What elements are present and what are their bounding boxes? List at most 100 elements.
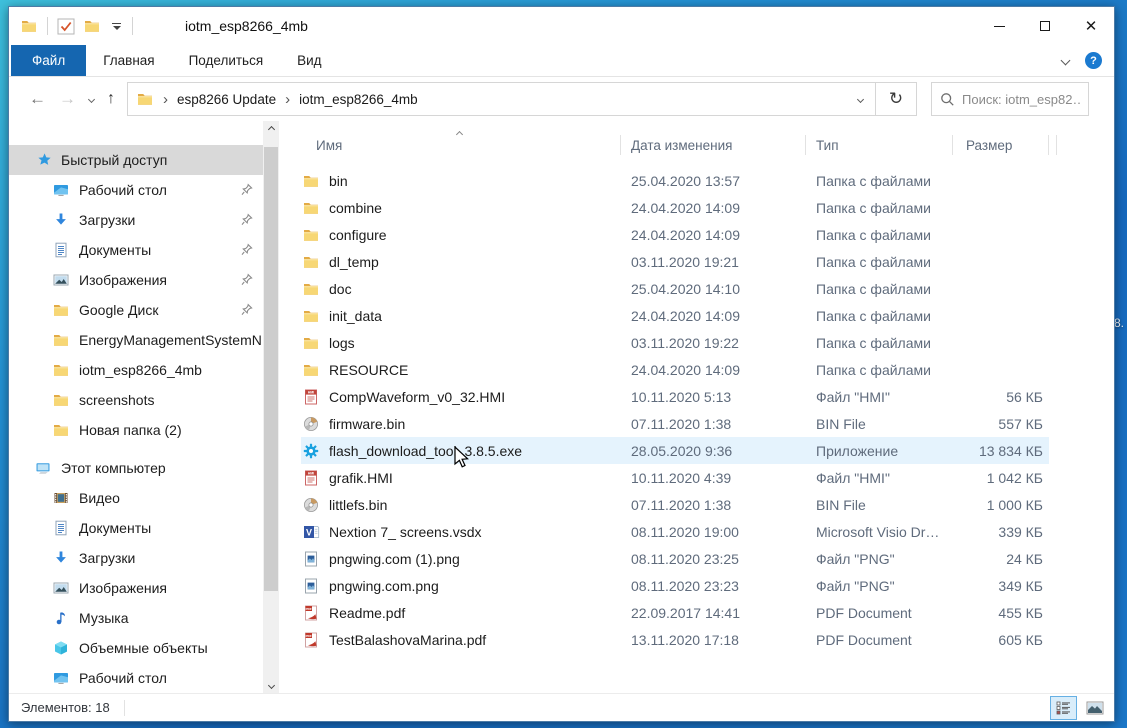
thumbnails-view-button[interactable] (1081, 696, 1108, 720)
column-header-date[interactable]: Дата изменения (621, 135, 806, 155)
tab-home[interactable]: Главная (86, 45, 171, 76)
search-input[interactable] (962, 92, 1080, 107)
file-list-pane: Имя Дата изменения Тип Размер bin25.04.2… (279, 121, 1114, 693)
file-row[interactable]: combine24.04.2020 14:09Папка с файлами (301, 194, 1049, 221)
sidebar-item[interactable]: Рабочий стол (9, 663, 263, 693)
file-row[interactable]: littlefs.bin07.11.2020 1:38BIN File1 000… (301, 491, 1049, 518)
breadcrumb-item[interactable]: iotm_esp8266_4mb (299, 92, 418, 107)
folder-icon (303, 254, 320, 270)
divider (124, 700, 125, 716)
pictures-icon (53, 272, 70, 288)
ribbon-expand-icon[interactable] (1061, 56, 1071, 66)
breadcrumb-chevron: › (163, 91, 168, 108)
file-date: 24.04.2020 14:09 (621, 308, 806, 324)
file-rows: bin25.04.2020 13:57Папка с файламиcombin… (279, 167, 1114, 653)
help-icon[interactable]: ? (1085, 52, 1102, 69)
file-row[interactable]: PDFReadme.pdf22.09.2017 14:41PDF Documen… (301, 599, 1049, 626)
file-date: 24.04.2020 14:09 (621, 227, 806, 243)
scroll-up-icon[interactable] (263, 121, 279, 137)
file-row[interactable]: HMICompWaveform_v0_32.HMI10.11.2020 5:13… (301, 383, 1049, 410)
sidebar-item[interactable]: Документы (9, 513, 263, 543)
address-bar[interactable]: › esp8266 Update › iotm_esp8266_4mb ↻ (127, 82, 917, 116)
minimize-button[interactable] (976, 7, 1022, 45)
file-type: PDF Document (806, 632, 953, 648)
sidebar-item[interactable]: Рабочий стол (9, 175, 263, 205)
folder-icon (53, 362, 70, 378)
sidebar-item[interactable]: Загрузки (9, 543, 263, 573)
tab-share[interactable]: Поделиться (172, 45, 281, 76)
file-size: 1 000 КБ (953, 497, 1049, 513)
document-icon (53, 242, 70, 258)
sidebar-item[interactable]: iotm_esp8266_4mb (9, 355, 263, 385)
file-row[interactable]: logs03.11.2020 19:22Папка с файлами (301, 329, 1049, 356)
file-date: 25.04.2020 14:10 (621, 281, 806, 297)
checkmark-icon[interactable] (57, 18, 75, 35)
sidebar-item[interactable]: Этот компьютер (9, 453, 263, 483)
file-row[interactable]: pngwing.com.png08.11.2020 23:23Файл "PNG… (301, 572, 1049, 599)
tab-file[interactable]: Файл (11, 45, 86, 76)
sidebar-item[interactable]: Загрузки (9, 205, 263, 235)
scroll-down-icon[interactable] (263, 677, 279, 693)
maximize-button[interactable] (1022, 7, 1068, 45)
folder-icon (303, 335, 320, 351)
file-row[interactable]: RESOURCE24.04.2020 14:09Папка с файлами (301, 356, 1049, 383)
file-type: Файл "PNG" (806, 551, 953, 567)
recent-locations-icon[interactable] (88, 95, 95, 102)
sidebar-item[interactable]: Новая папка (2) (9, 415, 263, 445)
sidebar-item-label: Загрузки (79, 550, 135, 566)
file-name: Readme.pdf (329, 605, 405, 621)
thumbnails-view-icon (1086, 701, 1104, 715)
sidebar-item[interactable]: Видео (9, 483, 263, 513)
sidebar-item[interactable]: Google Диск (9, 295, 263, 325)
sidebar-item[interactable]: EnergyManagementSystemN (9, 325, 263, 355)
file-row[interactable]: configure24.04.2020 14:09Папка с файлами (301, 221, 1049, 248)
close-button[interactable]: ✕ (1068, 7, 1114, 45)
column-header-size[interactable]: Размер (953, 135, 1049, 155)
refresh-button[interactable]: ↻ (876, 83, 916, 115)
file-row[interactable]: flash_download_tool_3.8.5.exe28.05.2020 … (301, 437, 1049, 464)
toolbar-separator (132, 17, 133, 35)
sidebar-item[interactable]: Музыка (9, 603, 263, 633)
pdf-file-icon: PDF (303, 632, 320, 648)
sidebar-item-label: Загрузки (79, 212, 135, 228)
sidebar-item[interactable]: screenshots (9, 385, 263, 415)
pc-icon (35, 460, 52, 476)
address-dropdown-button[interactable] (845, 83, 875, 115)
file-name: init_data (329, 308, 382, 324)
file-row[interactable]: pngwing.com (1).png08.11.2020 23:25Файл … (301, 545, 1049, 572)
minimize-icon (994, 26, 1005, 27)
file-row[interactable]: dl_temp03.11.2020 19:21Папка с файлами (301, 248, 1049, 275)
status-bar: Элементов: 18 (9, 693, 1114, 721)
desktop-background: 8. iotm_esp8266_4mb ✕ Файл Главная По (0, 0, 1127, 728)
folder-icon[interactable] (84, 18, 101, 34)
forward-button[interactable]: → (59, 89, 76, 109)
file-row[interactable]: doc25.04.2020 14:10Папка с файлами (301, 275, 1049, 302)
file-row[interactable]: firmware.bin07.11.2020 1:38BIN File557 К… (301, 410, 1049, 437)
toolbar-dropdown-icon[interactable] (110, 23, 123, 30)
file-row[interactable]: init_data24.04.2020 14:09Папка с файлами (301, 302, 1049, 329)
details-view-button[interactable] (1050, 696, 1077, 720)
scrollbar-track[interactable] (263, 137, 279, 677)
details-view-icon (1056, 701, 1072, 715)
sidebar-item[interactable]: Изображения (9, 265, 263, 295)
tab-view[interactable]: Вид (280, 45, 338, 76)
file-row[interactable]: VNextion 7_ screens.vsdx08.11.2020 19:00… (301, 518, 1049, 545)
file-name: RESOURCE (329, 362, 408, 378)
sidebar-item-label: Этот компьютер (61, 460, 166, 476)
scrollbar-thumb[interactable] (264, 147, 278, 591)
sidebar-scrollbar[interactable] (263, 121, 279, 693)
back-button[interactable]: ← (29, 89, 46, 109)
sidebar-item[interactable]: Документы (9, 235, 263, 265)
file-row[interactable]: PDFTestBalashovaMarina.pdf13.11.2020 17:… (301, 626, 1049, 653)
column-headers: Имя Дата изменения Тип Размер (301, 131, 1114, 159)
downloads-icon (53, 550, 70, 566)
sidebar-item[interactable]: Изображения (9, 573, 263, 603)
sidebar-item[interactable]: Быстрый доступ (9, 145, 263, 175)
up-button[interactable]: ↑ (107, 90, 115, 108)
breadcrumb-item[interactable]: esp8266 Update (177, 92, 276, 107)
sidebar-item[interactable]: Объемные объекты (9, 633, 263, 663)
file-row[interactable]: HMIgrafik.HMI10.11.2020 4:39Файл "HMI"1 … (301, 464, 1049, 491)
file-type: Microsoft Visio Dr… (806, 524, 953, 540)
column-header-type[interactable]: Тип (806, 135, 953, 155)
file-row[interactable]: bin25.04.2020 13:57Папка с файлами (301, 167, 1049, 194)
